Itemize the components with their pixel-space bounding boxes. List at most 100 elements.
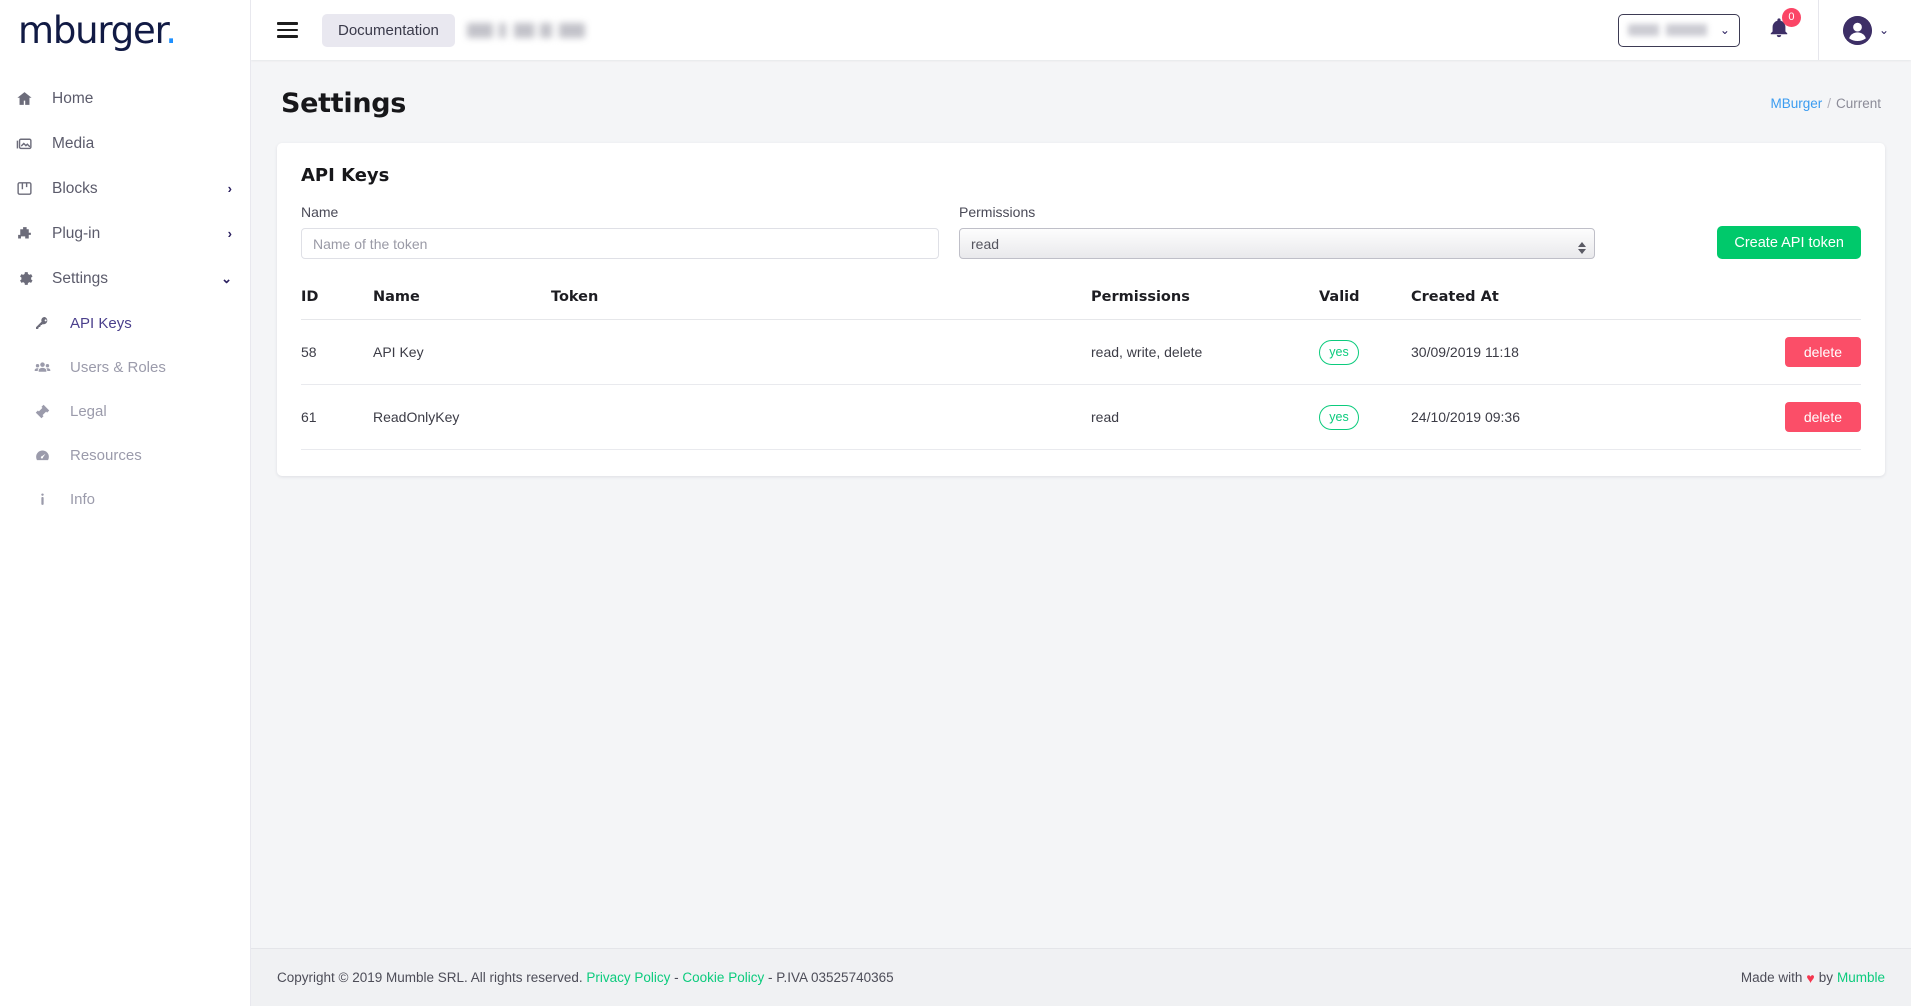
sidebar-item-label: Settings: [52, 269, 109, 287]
sidebar-item-label: Resources: [70, 446, 142, 464]
privacy-policy-link[interactable]: Privacy Policy: [586, 970, 670, 985]
main-area: Documentation ⌄ 0 ⌄ Settings MBurger / C…: [251, 0, 1911, 1006]
sidebar-item-label: Users & Roles: [70, 358, 166, 376]
table-head: ID Name Token Permissions Valid Created …: [301, 289, 1861, 320]
sidebar-item-info[interactable]: Info: [18, 477, 250, 521]
column-header-created-at: Created At: [1411, 289, 1643, 320]
cell-valid: yes: [1319, 384, 1411, 450]
create-api-token-button[interactable]: Create API token: [1717, 226, 1861, 259]
breadcrumb: MBurger / Current: [1770, 96, 1881, 111]
sidebar-item-label: Home: [52, 89, 94, 107]
heart-icon: ♥: [1806, 969, 1815, 986]
chevron-down-icon: ⌄: [221, 271, 232, 286]
sidebar-item-plugin[interactable]: Plug-in ›: [0, 211, 250, 256]
name-label: Name: [301, 204, 339, 220]
home-icon: [16, 90, 42, 107]
project-name-blurred: [466, 22, 585, 38]
column-header-actions: [1643, 289, 1861, 320]
sidebar: mburger. Home Media Blocks › Plug-in › S…: [0, 0, 251, 1006]
sidebar-item-label: Legal: [70, 402, 107, 420]
breadcrumb-current: Current: [1835, 96, 1881, 111]
cell-valid: yes: [1319, 319, 1411, 385]
delete-button[interactable]: delete: [1784, 402, 1861, 432]
table-row: 61 ReadOnlyKey read yes 24/10/2019 09:36…: [301, 384, 1861, 450]
cell-created-at: 30/09/2019 11:18: [1411, 319, 1643, 385]
topbar-right: ⌄ 0 ⌄: [1617, 0, 1889, 60]
chevron-down-icon: ⌄: [1878, 23, 1889, 37]
gavel-icon: [34, 403, 60, 420]
status-badge: yes: [1319, 404, 1359, 430]
table-header-row: ID Name Token Permissions Valid Created …: [301, 289, 1861, 320]
hamburger-icon[interactable]: [277, 22, 298, 38]
cell-id: 61: [301, 384, 373, 450]
column-header-token: Token: [551, 289, 1091, 320]
documentation-button[interactable]: Documentation: [322, 13, 455, 47]
permissions-select[interactable]: read: [959, 228, 1595, 259]
card-title: API Keys: [301, 165, 390, 186]
column-header-permissions: Permissions: [1091, 289, 1319, 320]
table-row: 58 API Key read, write, delete yes 30/09…: [301, 319, 1861, 385]
chevron-right-icon: ›: [227, 226, 232, 241]
chevron-right-icon: ›: [227, 181, 232, 196]
page-header: Settings MBurger / Current: [277, 60, 1885, 119]
cell-actions: delete: [1643, 384, 1861, 450]
sidebar-item-media[interactable]: Media: [0, 121, 250, 166]
notifications-badge: 0: [1781, 7, 1801, 27]
footer: Copyright © 2019 Mumble SRL. All rights …: [251, 948, 1911, 1006]
gear-icon: [16, 270, 42, 287]
api-keys-card: API Keys Name Permissions read Create AP…: [277, 143, 1885, 476]
sidebar-item-legal[interactable]: Legal: [18, 389, 250, 433]
cell-id: 58: [301, 319, 373, 385]
sidebar-item-home[interactable]: Home: [0, 76, 250, 121]
cell-created-at: 24/10/2019 09:36: [1411, 384, 1643, 450]
breadcrumb-root-link[interactable]: MBurger: [1770, 96, 1822, 111]
footer-copyright: Copyright © 2019 Mumble SRL. All rights …: [277, 970, 583, 985]
brand-logo[interactable]: mburger.: [0, 0, 250, 60]
sidebar-item-users-roles[interactable]: Users & Roles: [18, 345, 250, 389]
chevron-down-icon: ⌄: [1719, 23, 1730, 37]
cell-actions: delete: [1643, 319, 1861, 385]
brand-logo-dot: .: [165, 8, 177, 52]
site-selector-value-blurred: [1627, 24, 1714, 36]
cell-token: [551, 319, 1091, 385]
delete-button[interactable]: delete: [1784, 337, 1861, 367]
sidebar-item-settings[interactable]: Settings ⌄: [0, 256, 250, 301]
site-selector[interactable]: ⌄: [1617, 13, 1740, 47]
sidebar-item-blocks[interactable]: Blocks ›: [0, 166, 250, 211]
create-token-form: Name Permissions read Create API token: [301, 204, 1861, 259]
column-header-name: Name: [373, 289, 551, 320]
sidebar-subnav-settings: API Keys Users & Roles Legal Resources I…: [0, 301, 250, 521]
token-name-input[interactable]: [301, 228, 939, 259]
info-icon: [34, 491, 60, 508]
sidebar-item-api-keys[interactable]: API Keys: [18, 301, 250, 345]
notifications-button[interactable]: 0: [1768, 7, 1801, 44]
mumble-link[interactable]: Mumble: [1837, 970, 1885, 985]
cell-permissions: read: [1091, 384, 1319, 450]
permissions-label: Permissions: [959, 204, 1036, 220]
users-icon: [34, 359, 60, 376]
cell-name: API Key: [373, 319, 551, 385]
sidebar-item-label: API Keys: [70, 314, 132, 332]
plugin-icon: [16, 225, 42, 242]
status-badge: yes: [1319, 339, 1359, 365]
footer-made-with: Made with: [1740, 970, 1803, 985]
topbar-divider: [1817, 0, 1819, 60]
permissions-field-group: Permissions read: [959, 204, 1595, 259]
footer-by: by: [1818, 970, 1833, 985]
footer-credit: Made with ♥ by Mumble: [1741, 970, 1885, 986]
app-root: mburger. Home Media Blocks › Plug-in › S…: [0, 0, 1911, 1006]
sidebar-item-resources[interactable]: Resources: [18, 433, 250, 477]
breadcrumb-separator: /: [1827, 96, 1831, 111]
page-content: Settings MBurger / Current API Keys Name P…: [251, 60, 1911, 948]
bell-icon: [1768, 17, 1790, 43]
cookie-policy-link[interactable]: Cookie Policy: [682, 970, 764, 985]
cell-permissions: read, write, delete: [1091, 319, 1319, 385]
column-header-valid: Valid: [1319, 289, 1411, 320]
name-field-group: Name: [301, 204, 939, 259]
media-icon: [16, 135, 42, 152]
brand-logo-text: mburger.: [18, 8, 177, 52]
user-menu[interactable]: ⌄: [1842, 15, 1889, 45]
page-title: Settings: [281, 88, 407, 119]
topbar: Documentation ⌄ 0 ⌄: [251, 0, 1911, 60]
key-icon: [34, 315, 60, 331]
